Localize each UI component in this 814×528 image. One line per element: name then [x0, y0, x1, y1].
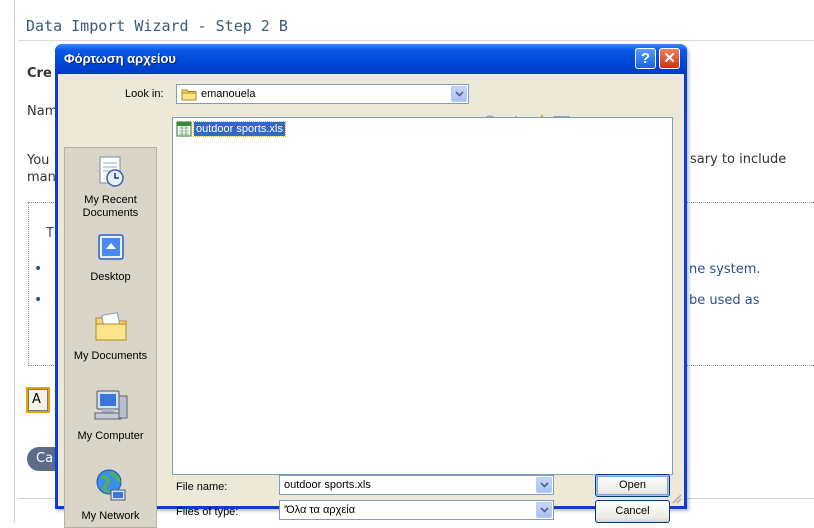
look-in-dropdown[interactable]: emanouela — [176, 84, 469, 104]
title-divider — [18, 40, 814, 41]
background-a-label: A — [32, 392, 41, 407]
chevron-down-icon[interactable] — [451, 86, 467, 102]
name-label: Nam — [27, 104, 58, 119]
place-label: My Computer — [77, 430, 144, 442]
my-computer-icon — [94, 390, 128, 420]
place-label: Desktop — [90, 271, 131, 283]
file-name-label: File name: — [176, 481, 228, 493]
resize-grip-icon[interactable] — [670, 492, 682, 504]
cancel-button[interactable]: Cancel — [595, 500, 670, 523]
close-icon: ✕ — [663, 50, 676, 67]
open-button-label: Open — [619, 479, 646, 491]
background-a-button[interactable]: A — [26, 387, 50, 413]
dialog-titlebar[interactable]: Φόρτωση αρχείου ? ✕ — [55, 44, 687, 74]
chevron-down-icon[interactable] — [536, 502, 552, 518]
file-type-label: Files of type: — [176, 506, 239, 518]
bullet-dot-icon: • — [34, 261, 43, 277]
place-label: My Documents — [73, 350, 148, 362]
recent-documents-icon — [99, 156, 124, 187]
instructions-text-line2: man — [27, 170, 56, 185]
file-name-label: outdoor sports.xls — [193, 121, 286, 137]
folder-icon — [181, 89, 197, 101]
file-list[interactable]: outdoor sports.xls — [172, 117, 673, 475]
section-heading: Cre — [27, 66, 52, 81]
close-button[interactable]: ✕ — [659, 48, 680, 69]
file-type-dropdown[interactable]: 'Όλα τα αρχεία — [279, 500, 554, 520]
look-in-label: Look in: — [125, 88, 164, 100]
places-bar: My Recent Documents Desktop My Documents — [64, 147, 157, 528]
my-network-icon — [96, 469, 126, 501]
look-in-value: emanouela — [201, 88, 256, 100]
chevron-down-icon[interactable] — [536, 477, 552, 493]
page-title: Data Import Wizard - Step 2 B — [26, 17, 288, 35]
place-label: Documents — [82, 207, 139, 219]
file-name-field[interactable]: outdoor sports.xls — [279, 475, 554, 495]
help-icon: ? — [640, 50, 651, 67]
open-button[interactable]: Open — [595, 474, 670, 497]
background-cancel-label: Ca — [36, 451, 54, 466]
tip-text-1: ne system. — [689, 262, 761, 277]
instructions-text-right: sary to include — [690, 152, 787, 167]
place-label: My Recent — [84, 194, 137, 206]
excel-file-icon — [176, 121, 192, 137]
dialog-title: Φόρτωση αρχείου — [64, 51, 176, 66]
bullet-dot-icon: • — [34, 292, 43, 308]
file-open-dialog: Φόρτωση αρχείου ? ✕ Look in: emanouela M… — [55, 44, 687, 528]
file-type-value: 'Όλα τα αρχεία — [284, 504, 356, 516]
my-documents-icon — [95, 312, 127, 341]
desktop-icon — [98, 234, 124, 260]
instructions-text: You — [27, 153, 50, 168]
dialog-body: Look in: emanouela My Recent Documents D… — [58, 74, 684, 528]
tips-heading: T — [46, 226, 54, 241]
tip-text-2: be used as — [689, 293, 760, 308]
cancel-button-label: Cancel — [615, 505, 650, 517]
place-label: My Network — [81, 510, 140, 522]
help-button[interactable]: ? — [635, 48, 656, 69]
file-name-value: outdoor sports.xls — [284, 479, 371, 491]
